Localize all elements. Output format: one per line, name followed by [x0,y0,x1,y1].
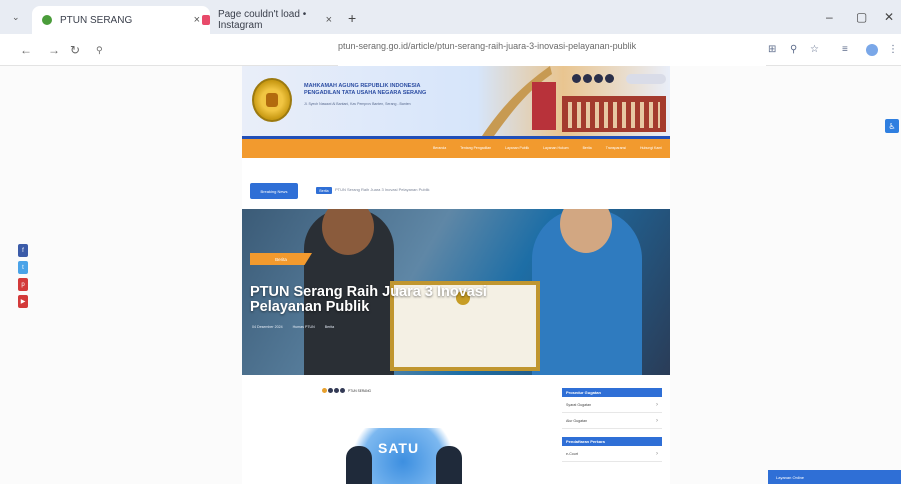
back-icon[interactable]: ← [20,43,32,57]
browser-tab-active[interactable]: PTUN SERANG × [32,6,210,34]
twitter-icon[interactable]: t [18,261,28,274]
menu-kebab-icon[interactable]: ⋮ [888,44,898,55]
reload-icon[interactable]: ↻ [70,43,80,57]
new-tab-button[interactable]: + [348,10,356,26]
hero-article[interactable]: Berita PTUN Serang Raih Juara 3 Inovasi … [242,209,670,375]
news-ticker[interactable]: PTUN Serang Raih Juara 3 Inovasi Pelayan… [335,187,430,192]
site-header: MAHKAMAH AGUNG REPUBLIK INDONESIA PENGAD… [242,66,670,136]
breaking-news-button[interactable]: Breaking News [250,183,298,199]
building-illustration [562,96,666,132]
close-tab-icon[interactable]: × [326,14,332,26]
nav-item[interactable]: Berita [583,146,592,150]
nav-item[interactable]: Beranda [433,146,446,150]
sidebar: Prosedur Gugatan Syarat Gugatan Alur Gug… [562,388,662,462]
tab-search-icon[interactable]: ⌄ [12,12,20,23]
nav-item[interactable]: Transparansi [606,146,626,150]
minimize-button[interactable]: – [826,10,833,24]
maximize-button[interactable]: ▢ [856,10,867,24]
close-window-button[interactable]: ✕ [884,10,894,24]
category-badge[interactable]: Berita [250,253,312,265]
pinterest-icon[interactable]: p [18,278,28,291]
url-field[interactable]: ⚲ ptun-serang.go.id/article/ptun-serang-… [96,41,766,459]
nav-item[interactable]: Layanan Publik [505,146,529,150]
site-info-icon[interactable]: ⚲ [96,45,103,56]
online-service-bar[interactable]: Layanan Online [768,470,901,484]
forward-icon[interactable]: → [48,43,60,57]
nav-item[interactable]: Layanan Hukum [543,146,569,150]
accessibility-icon[interactable]: ♿ [885,119,899,133]
reading-list-icon[interactable]: ≡ [842,44,848,55]
web-page: f t p ▶ ♿ MAHKAMAH AGUNG REPUBLIK INDONE… [0,66,901,484]
header-subtitle: Jl. Syech Nawawi Al Bantani, Kav Pemprov… [304,102,411,106]
promo-title: SATU [378,440,420,456]
zoom-icon[interactable]: ⚲ [790,44,797,55]
address-bar: ← → ↻ ⚲ ptun-serang.go.id/article/ptun-s… [0,34,901,459]
site-container: MAHKAMAH AGUNG REPUBLIK INDONESIA PENGAD… [242,66,670,484]
nav-item[interactable]: Hubungi Kami [640,146,662,150]
article-author: Humas PTUN [292,325,315,329]
browser-tab[interactable]: Page couldn't load • Instagram × [192,6,342,34]
monument-illustration [532,82,556,130]
facebook-icon[interactable]: f [18,244,28,257]
promo-person [436,446,462,484]
main-nav: Beranda Tentang Pengadilan Layanan Publi… [242,136,670,158]
promo-banner[interactable]: SATU [338,428,468,484]
award-badges [572,74,614,83]
news-tag: Berita [316,187,332,194]
sidebar-section-title: Prosedur Gugatan [562,388,662,397]
bookmark-star-icon[interactable]: ☆ [810,44,819,55]
sidebar-item[interactable]: Alur Gugatan [562,413,662,429]
article-meta: 04 Desember 2024 Humas PTUN Berita [252,325,334,329]
sidebar-item[interactable]: Syarat Gugatan [562,397,662,413]
small-logo-label: PTUN SERANG [348,388,372,393]
promo-person [346,446,372,484]
header-title: MAHKAMAH AGUNG REPUBLIK INDONESIA PENGAD… [304,83,427,96]
favicon-icon [42,15,52,25]
browser-tabbar: ⌄ PTUN SERANG × Page couldn't load • Ins… [0,0,901,34]
article-date: 04 Desember 2024 [252,325,283,329]
article-category: Berita [324,325,335,329]
sidebar-section-title: Pendaftaran Perkara [562,437,662,446]
profile-avatar[interactable] [866,44,878,56]
tab-label: PTUN SERANG [60,14,133,26]
translate-icon[interactable]: ⊞ [768,44,776,55]
nav-item[interactable]: Tentang Pengadilan [460,146,491,150]
sidebar-item[interactable]: e-Court [562,446,662,462]
site-small-logo: PTUN SERANG [322,388,371,393]
social-share-bar: f t p ▶ [18,244,28,308]
youtube-icon[interactable]: ▶ [18,295,28,308]
favicon-icon [202,15,210,25]
hero-photo-person [532,209,642,375]
court-logo[interactable] [252,78,292,122]
tab-label: Page couldn't load • Instagram [217,9,307,31]
article-headline[interactable]: PTUN Serang Raih Juara 3 Inovasi Pelayan… [250,285,540,315]
language-toggle[interactable] [626,74,666,84]
